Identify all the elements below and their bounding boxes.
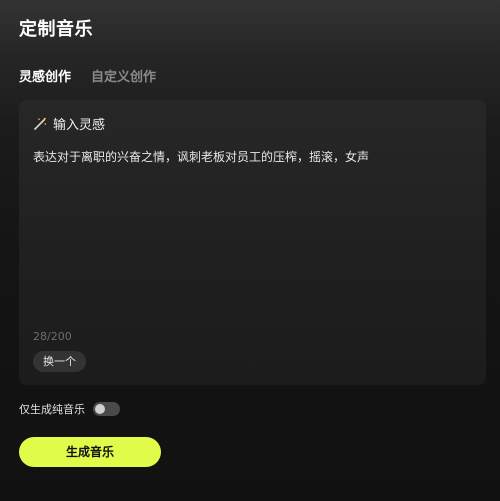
inspiration-input-card[interactable]: 输入灵感 表达对于离职的兴奋之情，讽刺老板对员工的压榨，摇滚，女声 28/200… xyxy=(19,100,486,385)
page-title: 定制音乐 xyxy=(19,19,93,40)
inspiration-prompt-input[interactable]: 表达对于离职的兴奋之情，讽刺老板对员工的压榨，摇滚，女声 xyxy=(33,148,473,166)
generate-music-button[interactable]: 生成音乐 xyxy=(19,437,161,467)
instrumental-only-row: 仅生成纯音乐 xyxy=(19,401,120,417)
toggle-knob xyxy=(95,404,105,414)
creation-mode-tabs: 灵感创作 自定义创作 xyxy=(19,66,156,85)
inspiration-header-label: 输入灵感 xyxy=(53,118,106,133)
tab-custom[interactable]: 自定义创作 xyxy=(91,66,156,85)
tab-inspiration[interactable]: 灵感创作 xyxy=(19,66,71,85)
instrumental-only-label: 仅生成纯音乐 xyxy=(19,403,85,416)
custom-music-panel: 定制音乐 灵感创作 自定义创作 输入灵感 表达对于离职的兴奋之情，讽刺老板对员工… xyxy=(0,0,500,501)
shuffle-prompt-button[interactable]: 换一个 xyxy=(33,351,86,372)
character-counter: 28/200 xyxy=(33,330,72,343)
inspiration-header: 输入灵感 xyxy=(33,114,105,133)
magic-wand-icon xyxy=(33,117,47,131)
instrumental-only-toggle[interactable] xyxy=(93,402,120,416)
